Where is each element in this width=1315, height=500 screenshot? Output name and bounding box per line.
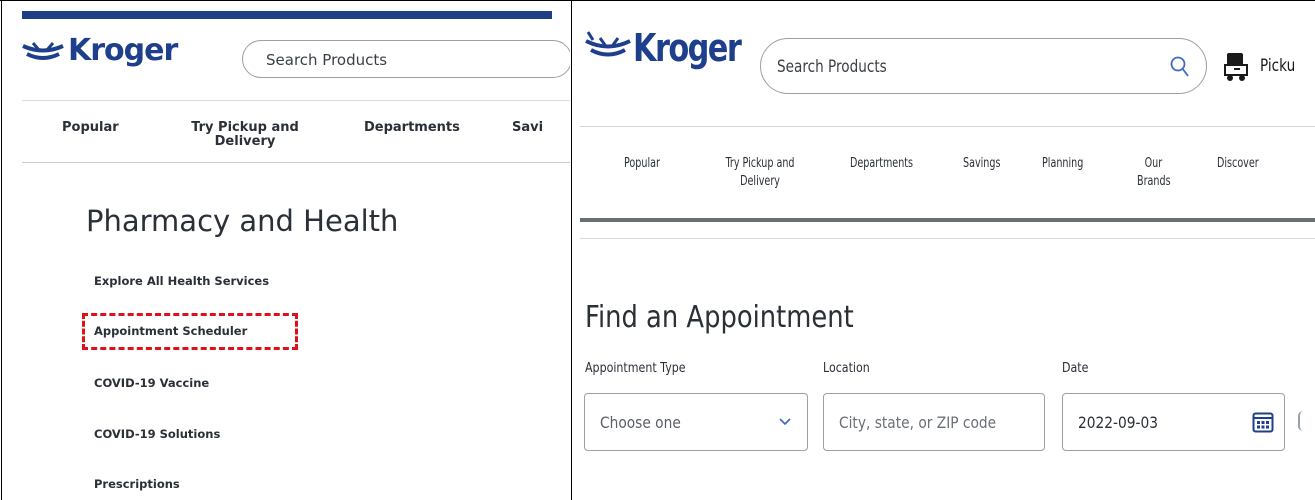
location-input[interactable]: City, state, or ZIP code [823, 393, 1045, 451]
link-explore-health-services[interactable]: Explore All Health Services [94, 274, 269, 288]
page-title: Pharmacy and Health [86, 204, 399, 238]
nav-planning-right[interactable]: Planning [1042, 155, 1083, 173]
nav-sub-rule [580, 238, 1315, 239]
search-icon[interactable] [1170, 56, 1190, 78]
cart-smile-icon [22, 41, 64, 60]
kroger-logo[interactable]: Kroger [20, 33, 178, 68]
pickup-label[interactable]: Picku [1260, 56, 1295, 76]
nav-try-pickup-delivery[interactable]: Try Pickup and Delivery [184, 121, 306, 149]
nav-try-pickup-delivery-right[interactable]: Try Pickup and Delivery [717, 155, 803, 191]
search-placeholder-right: Search Products [777, 57, 887, 77]
date-input[interactable]: 2022-09-03 [1062, 393, 1285, 451]
find-appointment-title: Find an Appointment [585, 300, 854, 335]
nav-savings-right[interactable]: Savings [963, 155, 1000, 173]
link-prescriptions[interactable]: Prescriptions [94, 477, 180, 491]
appointment-type-select[interactable]: Choose one [584, 393, 808, 451]
link-covid-vaccine[interactable]: COVID-19 Vaccine [94, 376, 209, 390]
search-placeholder: Search Products [266, 51, 388, 69]
nav-our-brands-right[interactable]: Our Brands [1137, 155, 1171, 191]
nav-departments-right[interactable]: Departments [850, 155, 913, 173]
calendar-icon[interactable] [1252, 411, 1274, 433]
location-label: Location [823, 361, 870, 376]
nav-popular[interactable]: Popular [62, 121, 119, 135]
date-label: Date [1062, 361, 1089, 376]
nav-popular-right[interactable]: Popular [624, 155, 660, 173]
search-input[interactable]: Search Products [242, 40, 570, 78]
nav-discover-right[interactable]: Discover [1217, 155, 1259, 173]
cut-off-element [1298, 411, 1303, 431]
header-divider-right [580, 126, 1315, 127]
header-divider [22, 100, 570, 101]
search-input-right[interactable]: Search Products [760, 38, 1207, 94]
nav-bottom-rule [580, 218, 1315, 222]
kroger-logo-right[interactable]: Kroger [583, 26, 767, 70]
brand-wordmark-right: Kroger [633, 26, 742, 70]
left-panel: Kroger Search Products Popular Try Picku… [1, 1, 570, 500]
appointment-type-value: Choose one [600, 413, 681, 432]
date-value: 2022-09-03 [1078, 413, 1158, 432]
highlight-box [82, 313, 298, 350]
nav-savings[interactable]: Savi [512, 121, 543, 135]
nav-divider [22, 162, 570, 163]
chevron-down-icon [779, 418, 791, 426]
nav-departments[interactable]: Departments [364, 121, 460, 135]
appointment-type-label: Appointment Type [585, 361, 686, 376]
pickup-icon[interactable] [1222, 50, 1252, 84]
link-covid-solutions[interactable]: COVID-19 Solutions [94, 427, 220, 441]
top-blue-bar [22, 11, 552, 19]
brand-wordmark: Kroger [68, 33, 178, 68]
cart-smile-icon-right [585, 31, 631, 57]
location-placeholder: City, state, or ZIP code [839, 413, 997, 432]
